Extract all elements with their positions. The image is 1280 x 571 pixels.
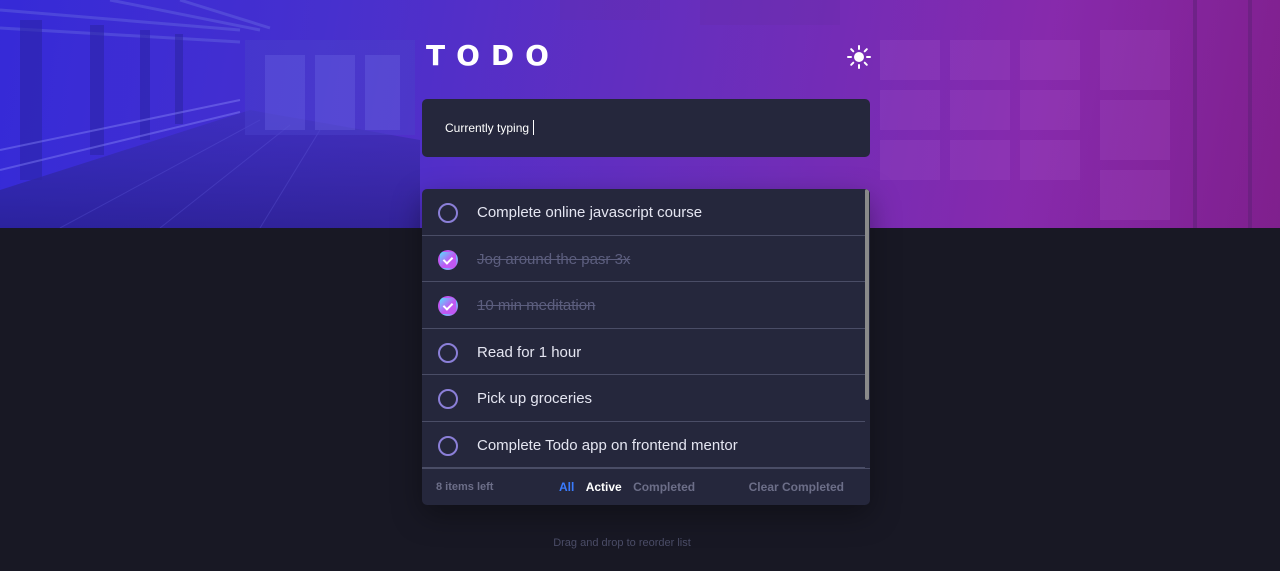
todo-item[interactable]: Complete Todo app on frontend mentor [422,422,865,468]
todo-text[interactable]: Read for 1 hour [477,343,581,363]
todo-checkbox-checked[interactable] [438,296,458,316]
todo-text[interactable]: 10 min meditation [477,296,595,316]
todo-checkbox[interactable] [438,203,458,223]
clear-completed-button[interactable]: Clear Completed [749,480,844,494]
todo-item[interactable]: Complete online javascript course [422,189,865,236]
todo-text[interactable]: Complete Todo app on frontend mentor [477,436,738,456]
filter-all[interactable]: All [559,480,574,494]
todo-list-card: Complete online javascript course Jog ar… [422,189,870,505]
todo-list[interactable]: Complete online javascript course Jog ar… [422,189,865,468]
app-title: TODO [426,39,560,72]
scrollbar-thumb[interactable] [865,189,869,400]
text-caret [533,120,535,135]
app-header: TODO [422,38,872,78]
todo-checkbox-checked[interactable] [438,249,458,270]
todo-text[interactable]: Pick up groceries [477,389,592,409]
todo-checkbox[interactable] [438,342,458,363]
filter-active[interactable]: Active [586,480,622,494]
list-scrollbar[interactable] [865,189,870,468]
list-footer: 8 items left All Active Completed Clear … [422,468,870,505]
new-todo-field[interactable]: Currently typing [422,99,870,157]
todo-item[interactable]: 10 min meditation [422,282,865,329]
filter-completed[interactable]: Completed [633,480,695,494]
new-todo-value: Currently typing [445,121,530,135]
items-left-count: 8 items left [436,481,494,493]
todo-text[interactable]: Jog around the pasr 3x [477,250,630,270]
todo-checkbox[interactable] [438,389,458,409]
todo-item[interactable]: Read for 1 hour [422,329,865,375]
theme-toggle-button[interactable] [846,44,872,70]
todo-item[interactable]: Jog around the pasr 3x [422,236,865,282]
new-todo-input[interactable]: Currently typing [445,119,535,137]
todo-checkbox[interactable] [438,435,458,456]
sun-icon [847,45,871,69]
todo-item[interactable]: Pick up groceries [422,375,865,422]
filter-group: All Active Completed [559,480,703,494]
todo-text[interactable]: Complete online javascript course [477,203,702,223]
reorder-hint: Drag and drop to reorder list [553,537,691,549]
